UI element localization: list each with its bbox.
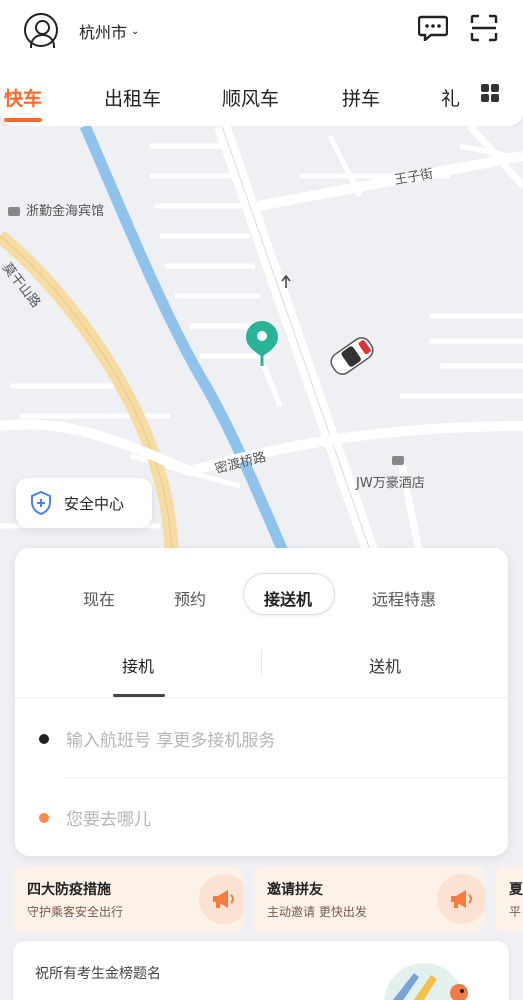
tab-gift[interactable]: 礼 (441, 84, 460, 111)
promo-card-safety[interactable]: 四大防疫措施 守护乘客安全出行 (13, 866, 243, 932)
flight-input-row[interactable]: 输入航班号 享更多接机服务 (39, 726, 275, 751)
promo-title: 邀请拼友 (267, 882, 323, 898)
sub-tab-divider (261, 650, 262, 674)
tab-express[interactable]: 快车 (4, 84, 42, 111)
promo-subtitle: 守护乘客安全出行 (27, 905, 124, 919)
active-tab-indicator (4, 118, 42, 122)
input-divider (65, 777, 508, 778)
safety-center-label: 安全中心 (64, 494, 125, 513)
sub-tab-line (15, 697, 508, 698)
exam-banner[interactable]: 祝所有考生金榜题名 (13, 941, 509, 1000)
tab-carpool[interactable]: 拼车 (342, 84, 380, 111)
chevron-down-icon: ⌄ (131, 25, 140, 37)
mode-now[interactable]: 现在 (83, 586, 115, 610)
city-selector[interactable]: 杭州市 ⌄ (79, 19, 139, 43)
destination-input-row[interactable]: 您要去哪儿 (39, 805, 151, 830)
promo-title: 四大防疫措施 (27, 882, 111, 898)
destination-input[interactable]: 您要去哪儿 (66, 805, 151, 830)
promo-card-invite[interactable]: 邀请拼友 主动邀请 更快出发 (253, 866, 485, 932)
promo-title: 夏 (509, 882, 523, 898)
city-name: 杭州市 (79, 23, 128, 42)
shield-icon (31, 491, 51, 515)
booking-panel: 现在 预约 接送机 远程特惠 接机 送机 输入航班号 享更多接机服务 您要去哪儿 (15, 548, 508, 856)
promo-subtitle: 主动邀请 更快出发 (267, 905, 367, 919)
message-icon[interactable] (418, 15, 448, 41)
tab-hitch[interactable]: 顺风车 (222, 84, 279, 111)
promo-subtitle: 平 (509, 905, 522, 919)
service-tabs: 快车 出租车 顺风车 拼车 礼 (0, 62, 523, 126)
hotel-icon (392, 456, 404, 465)
flight-number-input[interactable]: 输入航班号 享更多接机服务 (66, 726, 275, 751)
map-label-hotel-2: JW万豪酒店 (356, 476, 425, 491)
top-bar: 杭州市 ⌄ (0, 0, 523, 62)
promo-card-partial[interactable]: 夏 平 (495, 866, 523, 932)
tab-taxi[interactable]: 出租车 (104, 84, 161, 111)
banner-illustration (384, 963, 468, 1000)
origin-dot-icon (39, 733, 49, 744)
mode-airport[interactable]: 接送机 (264, 586, 312, 610)
mode-remote-deal[interactable]: 远程特惠 (372, 586, 436, 610)
megaphone-icon (199, 874, 243, 924)
destination-dot-icon (39, 812, 49, 823)
more-services-icon[interactable] (481, 84, 499, 102)
user-profile-icon[interactable] (24, 13, 58, 48)
mode-reserve[interactable]: 预约 (174, 586, 206, 610)
sub-tab-pickup[interactable]: 接机 (122, 653, 154, 677)
safety-center-button[interactable]: 安全中心 (16, 478, 152, 528)
sub-tab-dropoff[interactable]: 送机 (369, 653, 401, 677)
map-label-hotel: 浙勤金海宾馆 (8, 200, 104, 219)
banner-text: 祝所有考生金榜题名 (35, 966, 161, 982)
scan-icon[interactable] (470, 14, 498, 42)
megaphone-icon (437, 874, 485, 924)
